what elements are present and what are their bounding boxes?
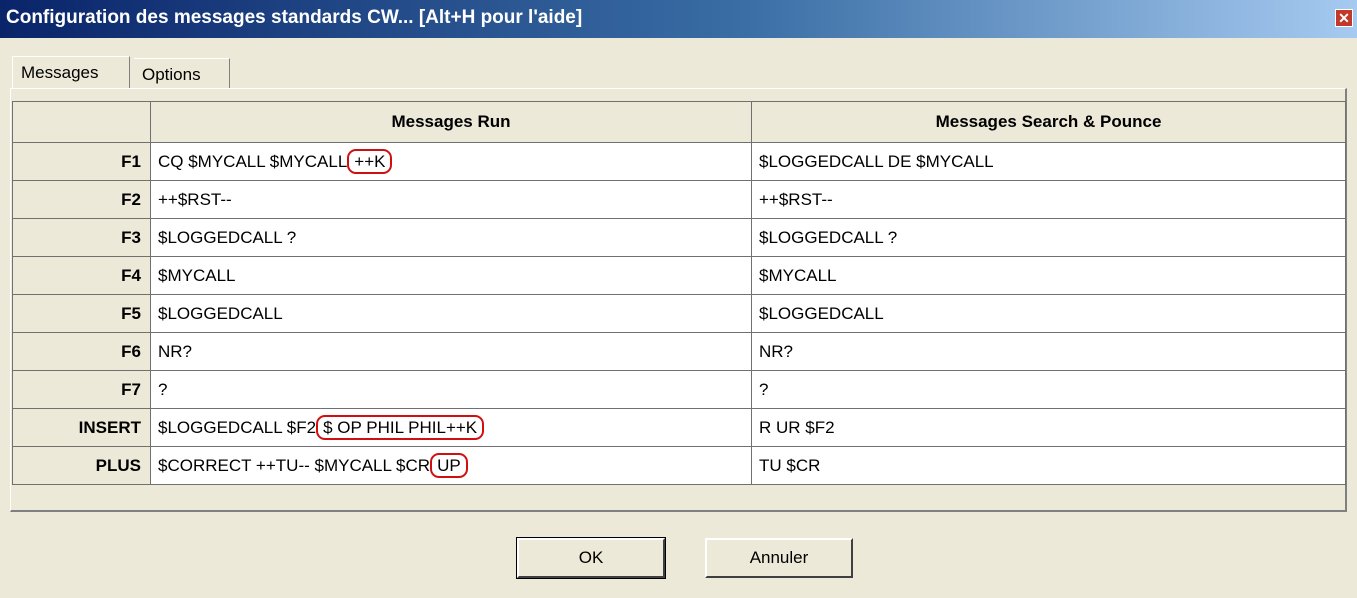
table-row: F2 ++$RST-- ++$RST--: [12, 180, 1346, 219]
table-row: F6 NR? NR?: [12, 332, 1346, 371]
column-header-search-pounce: Messages Search & Pounce: [751, 101, 1346, 143]
search-pounce-message-cell[interactable]: ++$RST--: [751, 180, 1346, 219]
ok-button[interactable]: OK: [516, 537, 666, 579]
row-key-label: PLUS: [12, 446, 151, 485]
column-header-run: Messages Run: [150, 101, 752, 143]
table-row: F5 $LOGGEDCALL $LOGGEDCALL: [12, 294, 1346, 333]
close-icon[interactable]: ✕: [1335, 9, 1353, 27]
run-message-text: $LOGGEDCALL $F2: [158, 417, 317, 437]
run-message-cell[interactable]: CQ $MYCALL $MYCALL ++K: [150, 142, 752, 181]
search-pounce-message-cell[interactable]: NR?: [751, 332, 1346, 371]
run-message-cell[interactable]: $CORRECT ++TU-- $MYCALL $CR UP: [150, 446, 752, 485]
row-key-label: F3: [12, 218, 151, 257]
table-row: INSERT $LOGGEDCALL $F2 $ OP PHIL PHIL++K R …: [12, 408, 1346, 447]
table-row: F7??: [12, 370, 1346, 409]
highlighted-text: ++K: [347, 148, 393, 174]
run-message-cell[interactable]: ?: [150, 370, 752, 409]
table-row: F3 $LOGGEDCALL ? $LOGGEDCALL ?: [12, 218, 1346, 257]
row-key-label: F5: [12, 294, 151, 333]
search-pounce-message-cell[interactable]: $LOGGEDCALL: [751, 294, 1346, 333]
row-key-label: F2: [12, 180, 151, 219]
row-key-label: F7: [12, 370, 151, 409]
run-message-text: $MYCALL: [158, 265, 236, 285]
run-message-cell[interactable]: $LOGGEDCALL: [150, 294, 752, 333]
run-message-text: ++$RST--: [158, 189, 232, 209]
messages-table: Messages Run Messages Search & Pounce F1…: [12, 101, 1346, 485]
search-pounce-message-cell[interactable]: ?: [751, 370, 1346, 409]
tab-messages[interactable]: Messages: [12, 56, 130, 88]
row-key-label: INSERT: [12, 408, 151, 447]
highlighted-text: $ OP PHIL PHIL++K: [316, 414, 485, 440]
search-pounce-message-cell[interactable]: $MYCALL: [751, 256, 1346, 295]
search-pounce-message-cell[interactable]: R UR $F2: [751, 408, 1346, 447]
window-title: Configuration des messages standards CW.…: [6, 7, 583, 28]
table-row: PLUS $CORRECT ++TU-- $MYCALL $CR UP TU $CR: [12, 446, 1346, 485]
cancel-button[interactable]: Annuler: [705, 538, 853, 578]
table-row: F1 CQ $MYCALL $MYCALL ++K $LOGGEDCALL DE $M…: [12, 142, 1346, 181]
run-message-text: CQ $MYCALL $MYCALL: [158, 151, 348, 171]
run-message-text: NR?: [158, 341, 193, 361]
title-bar: Configuration des messages standards CW.…: [0, 0, 1357, 38]
row-key-label: F1: [12, 142, 151, 181]
row-key-label: F4: [12, 256, 151, 295]
corner-header-cell: [12, 101, 151, 143]
tab-options[interactable]: Options: [134, 58, 230, 88]
run-message-cell[interactable]: $MYCALL: [150, 256, 752, 295]
run-message-cell[interactable]: NR?: [150, 332, 752, 371]
run-message-text: $LOGGEDCALL: [158, 303, 283, 323]
run-message-text: $LOGGEDCALL ?: [158, 227, 297, 247]
run-message-cell[interactable]: $LOGGEDCALL ?: [150, 218, 752, 257]
table-header-row: Messages Run Messages Search & Pounce: [12, 101, 1346, 143]
table-row: F4 $MYCALL $MYCALL: [12, 256, 1346, 295]
search-pounce-message-cell[interactable]: TU $CR: [751, 446, 1346, 485]
run-message-text: ?: [158, 379, 168, 399]
run-message-cell[interactable]: $LOGGEDCALL $F2 $ OP PHIL PHIL++K: [150, 408, 752, 447]
run-message-cell[interactable]: ++$RST--: [150, 180, 752, 219]
run-message-text: $CORRECT ++TU-- $MYCALL $CR: [158, 455, 431, 475]
row-key-label: F6: [12, 332, 151, 371]
search-pounce-message-cell[interactable]: $LOGGEDCALL DE $MYCALL: [751, 142, 1346, 181]
highlighted-text: UP: [430, 452, 468, 478]
search-pounce-message-cell[interactable]: $LOGGEDCALL ?: [751, 218, 1346, 257]
